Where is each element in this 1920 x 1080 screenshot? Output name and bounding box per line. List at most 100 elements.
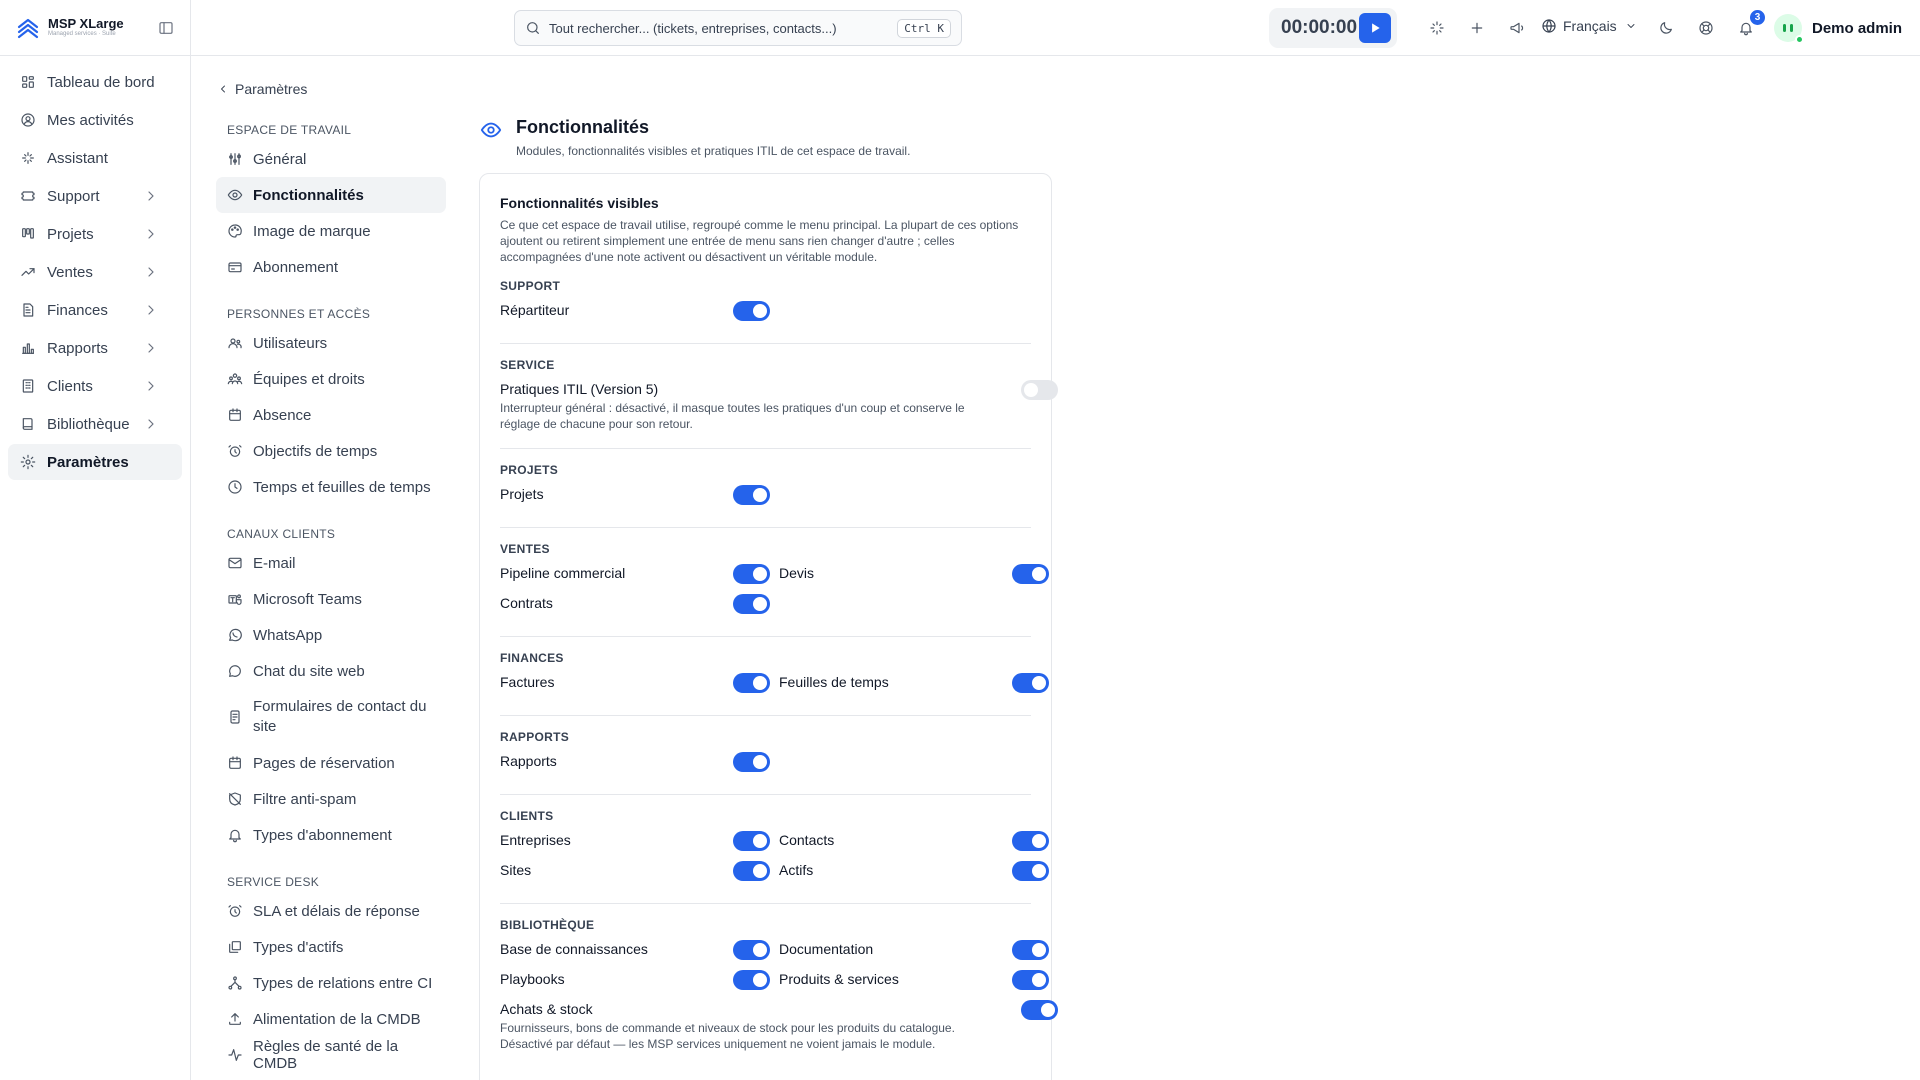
ai-sparkles-icon[interactable] <box>1429 20 1445 36</box>
settings-item-regles-de-sante-de-la-cmdb[interactable]: Règles de santé de la CMDB <box>216 1037 446 1073</box>
settings-item-filtre-anti-spam[interactable]: Filtre anti-spam <box>216 781 446 817</box>
toggle-base-de-connaissances[interactable] <box>733 940 770 960</box>
toggle-achats-stock[interactable] <box>1021 1000 1058 1020</box>
section-title: VENTES <box>500 542 550 556</box>
feature-section-support: SUPPORT Répartiteur <box>500 265 1031 344</box>
settings-item-types-d-actifs[interactable]: Types d'actifs <box>216 929 446 965</box>
sliders-icon <box>227 151 243 167</box>
toggle-sites[interactable] <box>733 861 770 881</box>
settings-item-chat-du-site-web[interactable]: Chat du site web <box>216 653 446 689</box>
settings-item-equipes-et-droits[interactable]: Équipes et droits <box>216 361 446 397</box>
feature-factures: Factures <box>500 669 779 699</box>
settings-nav-list: ESPACE DE TRAVAIL Général Fonctionnalités I… <box>216 113 446 1080</box>
feature-actifs: Actifs <box>779 857 1058 887</box>
toggle-pratiques-itil-version-5[interactable] <box>1021 380 1058 400</box>
toggle-playbooks[interactable] <box>733 970 770 990</box>
palette-icon <box>227 223 243 239</box>
megaphone-icon[interactable] <box>1509 20 1525 36</box>
user-menu[interactable]: Demo admin <box>1774 14 1902 44</box>
settings-item-types-d-abonnement[interactable]: Types d'abonnement <box>216 817 446 853</box>
settings-item-label: Objectifs de temps <box>253 442 378 460</box>
toggle-produits-services[interactable] <box>1012 970 1049 990</box>
toggle-contacts[interactable] <box>1012 831 1049 851</box>
nav-item-projets[interactable]: Projets <box>8 216 182 252</box>
global-search-input[interactable]: Tout rechercher... (tickets, entreprises… <box>514 10 962 46</box>
language-selector[interactable]: Français <box>1541 18 1639 34</box>
nav-item-clients[interactable]: Clients <box>8 368 182 404</box>
feature-name: Documentation <box>779 941 874 957</box>
settings-item-general[interactable]: Général <box>216 141 446 177</box>
nav-item-tableau-de-bord[interactable]: Tableau de bord <box>8 64 182 100</box>
nav-item-bibliotheque[interactable]: Bibliothèque <box>8 406 182 442</box>
toggle-contrats[interactable] <box>733 594 770 614</box>
sidebar-collapse-icon[interactable] <box>158 20 174 36</box>
nav-item-finances[interactable]: Finances <box>8 292 182 328</box>
globe-icon <box>1541 18 1557 34</box>
toggle-devis[interactable] <box>1012 564 1049 584</box>
toggle-rapports[interactable] <box>733 752 770 772</box>
nav-item-mes-activites[interactable]: Mes activités <box>8 102 182 138</box>
dashboard-icon <box>20 74 36 90</box>
toggle-documentation[interactable] <box>1012 940 1049 960</box>
settings-item-formulaires-de-contact-du-site[interactable]: Formulaires de contact du site <box>216 689 446 745</box>
nav-item-label: Ventes <box>47 263 93 281</box>
nav-item-rapports[interactable]: Rapports <box>8 330 182 366</box>
settings-item-e-mail[interactable]: E-mail <box>216 545 446 581</box>
nav-item-label: Bibliothèque <box>47 415 130 433</box>
settings-item-types-de-relations-entre-ci[interactable]: Types de relations entre CI <box>216 965 446 1001</box>
settings-item-microsoft-teams[interactable]: Microsoft Teams <box>216 581 446 617</box>
settings-item-sla-et-delais-de-reponse[interactable]: SLA et délais de réponse <box>216 893 446 929</box>
form-icon <box>227 709 243 725</box>
nav-item-ventes[interactable]: Ventes <box>8 254 182 290</box>
help-icon[interactable] <box>1698 20 1714 36</box>
settings-item-abonnement[interactable]: Abonnement <box>216 249 446 285</box>
settings-item-fonctionnalites[interactable]: Fonctionnalités <box>216 177 446 213</box>
back-to-settings-link[interactable]: Paramètres <box>217 81 307 97</box>
settings-item-objectifs-de-temps[interactable]: Objectifs de temps <box>216 433 446 469</box>
section-title: RAPPORTS <box>500 730 570 744</box>
toggle-projets[interactable] <box>733 485 770 505</box>
feature-name: Contrats <box>500 595 553 611</box>
feature-name: Rapports <box>500 753 557 769</box>
settings-item-pages-de-reservation[interactable]: Pages de réservation <box>216 745 446 781</box>
nav-item-parametres[interactable]: Paramètres <box>8 444 182 480</box>
feature-name: Répartiteur <box>500 302 570 318</box>
feature-entreprises: Entreprises <box>500 827 779 857</box>
activity-icon <box>227 1047 243 1063</box>
toggle-feuilles-de-temps[interactable] <box>1012 673 1049 693</box>
search-icon <box>525 20 541 36</box>
moon-icon[interactable] <box>1658 20 1674 36</box>
feature-name: Pratiques ITIL (Version 5) <box>500 381 659 397</box>
add-icon[interactable] <box>1469 20 1485 36</box>
toggle-repartiteur[interactable] <box>733 301 770 321</box>
toggle-factures[interactable] <box>733 673 770 693</box>
settings-item-priorites[interactable]: Priorités <box>216 1073 446 1080</box>
nav-item-label: Assistant <box>47 149 108 167</box>
clock-icon <box>227 479 243 495</box>
section-title: BIBLIOTHÈQUE <box>500 918 595 932</box>
eye-icon <box>227 187 243 203</box>
toggle-pipeline-commercial[interactable] <box>733 564 770 584</box>
feature-pipeline-commercial: Pipeline commercial <box>500 560 779 590</box>
book-icon <box>20 416 36 432</box>
settings-item-whatsapp[interactable]: WhatsApp <box>216 617 446 653</box>
brand-name: MSP XLarge <box>48 16 124 32</box>
timer-play-button[interactable] <box>1359 13 1391 43</box>
nav-item-support[interactable]: Support <box>8 178 182 214</box>
bell-icon <box>227 827 243 843</box>
settings-item-temps-et-feuilles-de-temps[interactable]: Temps et feuilles de temps <box>216 469 446 505</box>
settings-item-utilisateurs[interactable]: Utilisateurs <box>216 325 446 361</box>
settings-item-image-de-marque[interactable]: Image de marque <box>216 213 446 249</box>
feature-section-ventes: VENTES Pipeline commercial Devis Contrats <box>500 528 1049 637</box>
feature-section-service: SERVICE Pratiques ITIL (Version 5) Interru… <box>500 344 1058 449</box>
settings-item-alimentation-de-la-cmdb[interactable]: Alimentation de la CMDB <box>216 1001 446 1037</box>
nav-item-assistant[interactable]: Assistant <box>8 140 182 176</box>
toggle-entreprises[interactable] <box>733 831 770 851</box>
feature-section-finances: FINANCES Factures Feuilles de temps <box>500 637 1049 716</box>
settings-item-absence[interactable]: Absence <box>216 397 446 433</box>
top-bar: Tout rechercher... (tickets, entreprises… <box>191 0 1920 56</box>
toggle-actifs[interactable] <box>1012 861 1049 881</box>
settings-group-header: SERVICE DESK <box>227 875 320 889</box>
feature-base-de-connaissances: Base de connaissances <box>500 936 779 966</box>
feature-contrats: Contrats <box>500 590 779 620</box>
